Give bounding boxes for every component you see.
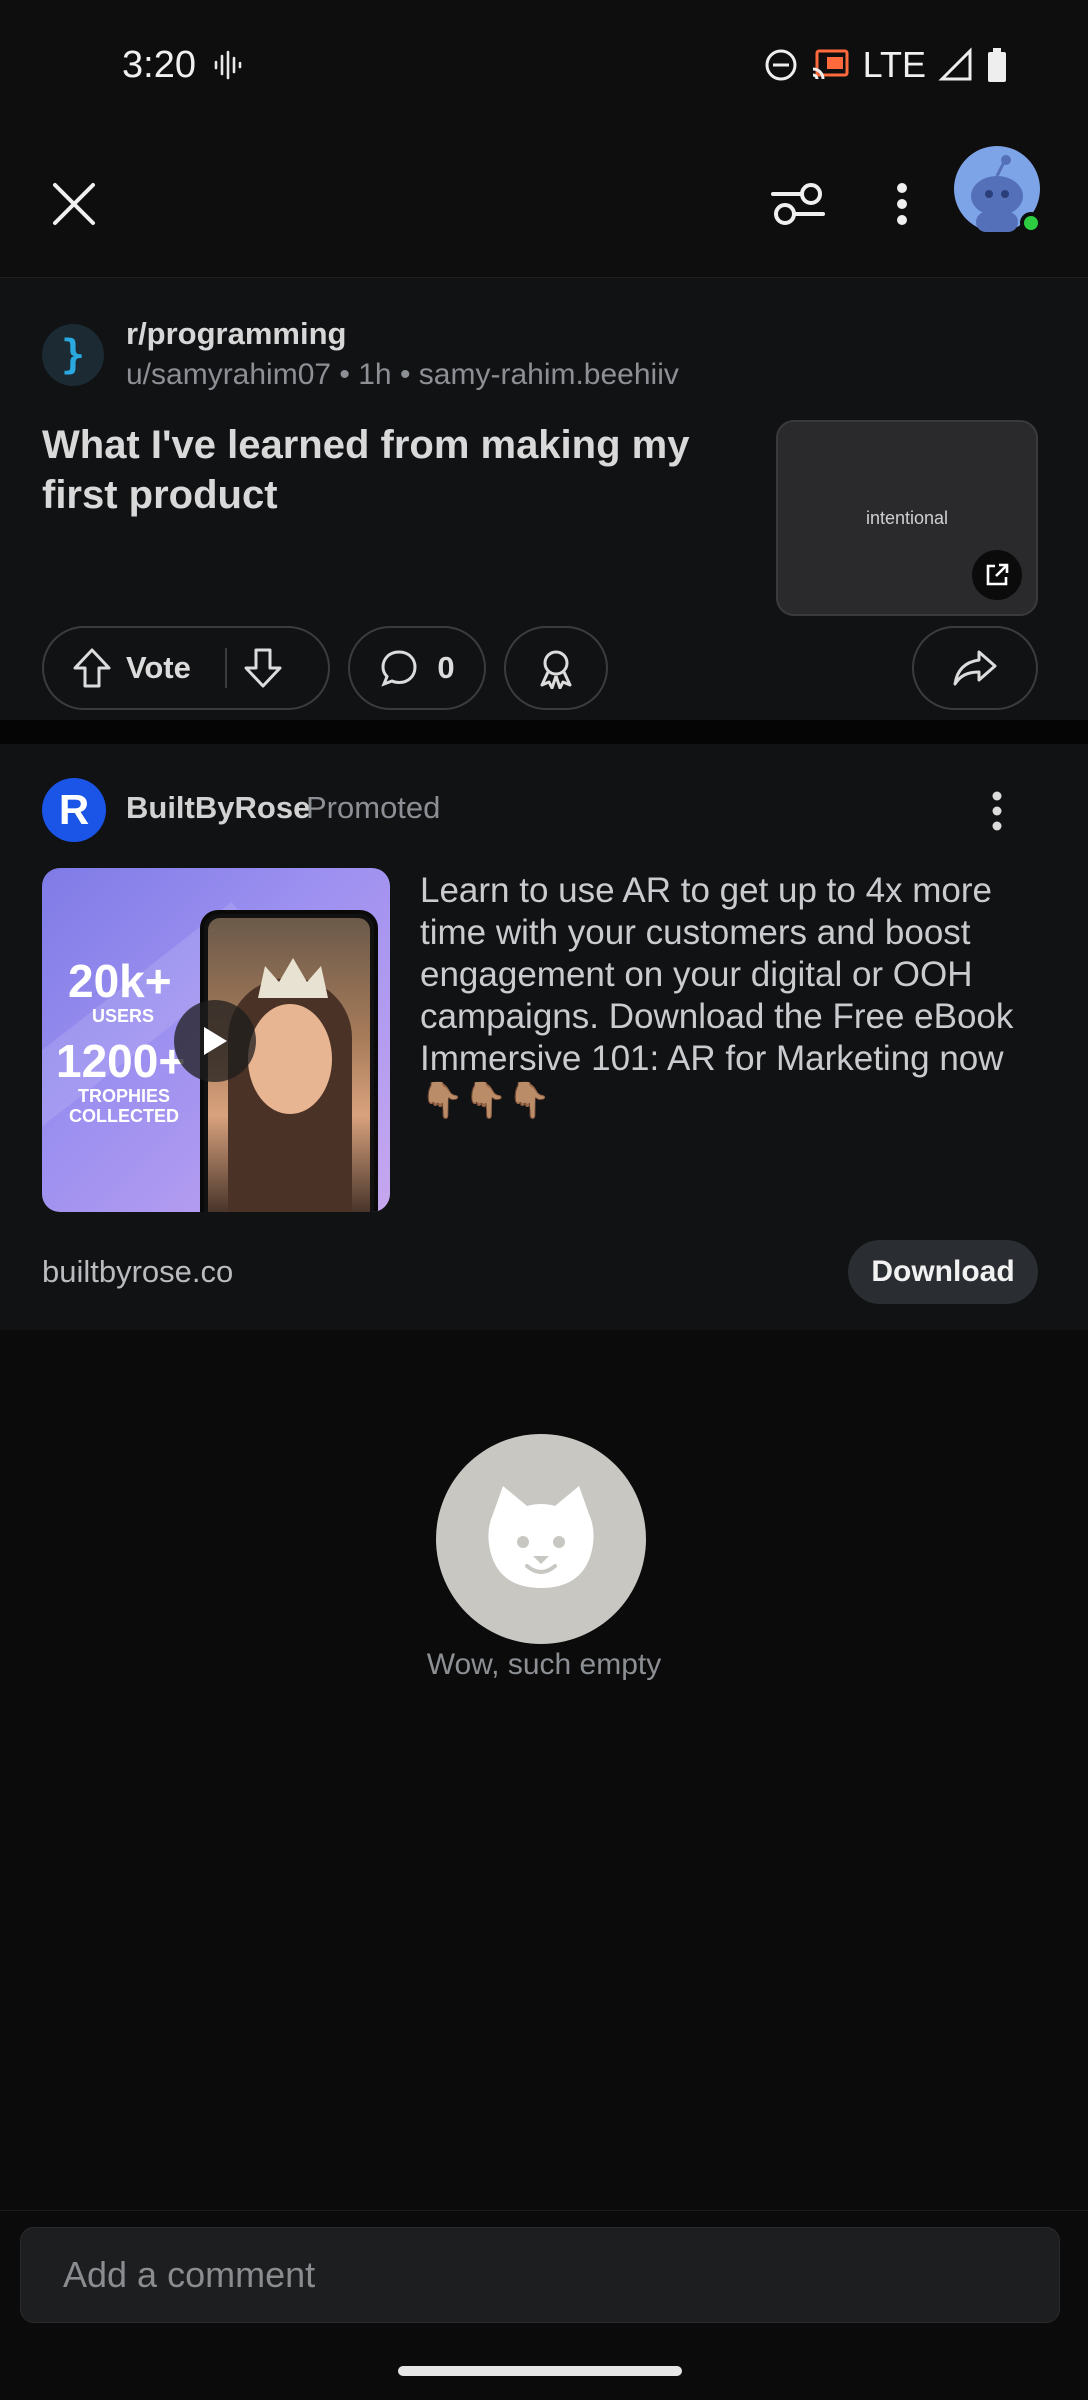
- snoo-cat-icon: [488, 1486, 594, 1588]
- sliders-icon: [771, 183, 825, 225]
- download-button[interactable]: Download: [848, 1240, 1038, 1304]
- vote-bar: Vote: [42, 626, 330, 710]
- network-type: LTE: [862, 44, 926, 85]
- thumbnail-text: intentional: [865, 508, 949, 528]
- comments-button[interactable]: 0: [348, 626, 486, 710]
- post-meta[interactable]: u/samyrahim07 • 1h • samy-rahim.beehiiv: [126, 358, 679, 392]
- comment-bubble-icon: [381, 650, 417, 687]
- subreddit-icon[interactable]: }: [42, 324, 104, 386]
- ad-stat-trophies-label: TROPHIES COLLECTED: [69, 1086, 179, 1126]
- signal-icon: [938, 47, 972, 81]
- award-icon: [540, 650, 572, 689]
- do-not-disturb-icon: [765, 49, 797, 81]
- ad-stat-users-label: USERS: [92, 1006, 155, 1026]
- sort-filter-button[interactable]: [760, 166, 836, 242]
- vote-separator: [224, 648, 227, 688]
- advertiser-name[interactable]: BuiltByRose: [126, 790, 310, 826]
- empty-state-cat-icon: [436, 1434, 646, 1644]
- upvote-arrow-icon: [73, 648, 111, 688]
- vote-label: Vote: [126, 650, 191, 685]
- downvote-arrow-icon: [244, 648, 282, 688]
- award-button[interactable]: [504, 626, 608, 710]
- external-link-badge: [972, 550, 1022, 600]
- promoted-label: Promoted: [306, 790, 441, 825]
- cast-icon: [812, 49, 849, 80]
- ad-more-options-button[interactable]: [972, 778, 1022, 844]
- status-time: 3:20: [122, 44, 196, 86]
- ad-body-text[interactable]: Learn to use AR to get up to 4x more tim…: [420, 870, 1050, 1122]
- add-comment-input[interactable]: [20, 2227, 1060, 2323]
- comment-count: 0: [437, 650, 455, 685]
- external-link-icon: [986, 563, 1009, 586]
- post-title[interactable]: What I've learned from making my first p…: [42, 420, 722, 520]
- ad-ar-crown: [258, 958, 328, 998]
- user-avatar-button[interactable]: [954, 146, 1042, 234]
- subreddit-name[interactable]: r/programming: [126, 316, 346, 352]
- home-indicator[interactable]: [398, 2366, 682, 2376]
- section-divider: [0, 720, 1088, 744]
- post-link-thumbnail[interactable]: intentional: [776, 420, 1038, 616]
- play-icon: [204, 1027, 227, 1055]
- share-button[interactable]: [912, 626, 1038, 710]
- battery-icon: [988, 48, 1006, 82]
- upvote-button[interactable]: [72, 647, 112, 689]
- ad-stat-users: 20k+: [68, 955, 172, 1007]
- close-icon: [53, 183, 95, 225]
- empty-state-text: Wow, such empty: [426, 1648, 662, 1681]
- close-button[interactable]: [40, 170, 108, 238]
- share-arrow-icon: [953, 650, 997, 686]
- promoted-post[interactable]: R BuiltByRose Promoted 20k+ USERS 1200+ …: [0, 744, 1088, 1330]
- more-options-button[interactable]: [872, 166, 932, 242]
- ad-video-thumbnail[interactable]: 20k+ USERS 1200+ TROPHIES COLLECTED: [42, 868, 390, 1212]
- sound-wave-icon: [214, 50, 242, 80]
- ad-person-face: [248, 1004, 332, 1114]
- advertiser-logo[interactable]: R: [42, 778, 106, 842]
- ad-stat-trophies: 1200+: [56, 1035, 186, 1087]
- downvote-button[interactable]: [243, 647, 283, 689]
- ad-domain[interactable]: builtbyrose.co: [42, 1254, 233, 1290]
- top-app-bar: [0, 130, 1088, 278]
- online-status-dot: [1020, 212, 1042, 234]
- post-card[interactable]: } r/programming u/samyrahim07 • 1h • sam…: [0, 278, 1088, 720]
- status-bar: 3:20 LTE: [0, 0, 1088, 130]
- play-button[interactable]: [174, 1000, 256, 1082]
- more-vertical-icon: [897, 183, 907, 225]
- status-icons: LTE: [763, 44, 1008, 86]
- more-vertical-icon: [992, 791, 1002, 831]
